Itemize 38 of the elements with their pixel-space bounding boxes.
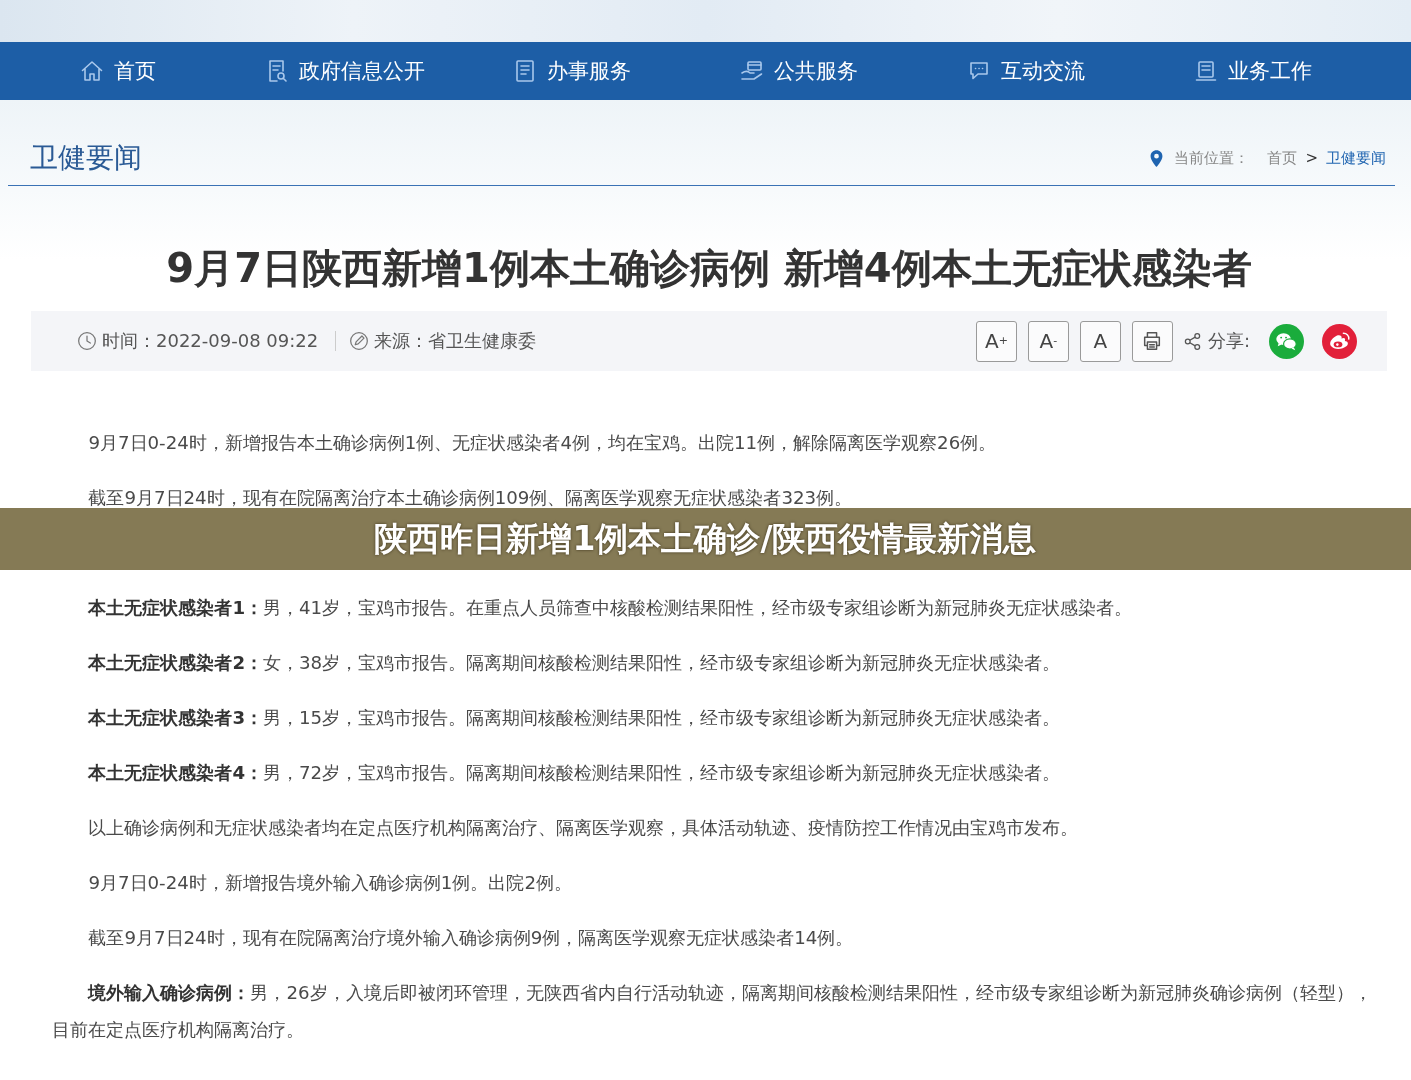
nav-item[interactable]: 政府信息公开 (260, 51, 429, 91)
nav-item[interactable]: 首页 (75, 51, 160, 91)
pen-icon (349, 331, 370, 351)
article-paragraph: 9月7日0-24时，新增报告境外输入确诊病例1例。出院2例。 (87, 871, 573, 895)
font-size-button[interactable]: A$^{-}$ (1027, 320, 1069, 362)
source-text: 来源：省卫生健康委 (374, 329, 537, 353)
clock-icon (77, 331, 97, 351)
nav-item[interactable]: 公共服务 (735, 51, 862, 91)
font-size-button[interactable]: A$^{+}$ (975, 320, 1017, 362)
breadcrumb-link[interactable]: 首页 (1267, 148, 1298, 168)
nav-item[interactable]: 业务工作 (1189, 51, 1316, 91)
section-title: 卫健要闻 (30, 141, 142, 175)
font-size-button[interactable]: A (1079, 320, 1121, 362)
share-label: 分享: (1207, 329, 1250, 353)
article-paragraph: 本土无症状感染者3：男，15岁，宝鸡市报告。隔离期间核酸检测结果阳性，经市级专家组诊断为新冠肺炎无症状感染者。 (87, 706, 1062, 730)
publish-time: 时间：2022-09-08 09:22 (102, 329, 319, 353)
print-button[interactable] (1131, 320, 1173, 362)
nav-item[interactable]: 互动交流 (962, 51, 1089, 91)
home-icon (79, 59, 104, 83)
nav-item[interactable]: 办事服务 (508, 51, 635, 91)
article-paragraph: 境外输入确诊病例：男，26岁，入境后即被闭环管理，无陕西省内自行活动轨迹，隔离期间核酸检测结果阳性，经市级专家组诊断为新冠肺炎确诊病例（轻型），目前在定点医疗机构隔离治疗。 (52, 981, 1373, 1042)
article-paragraph: 本土无症状感染者4：男，72岁，宝鸡市报告。隔离期间核酸检测结果阳性，经市级专家组诊断为新冠肺炎无症状感染者。 (87, 761, 1062, 785)
article-paragraph: 截至9月7日24时，现有在院隔离治疗境外输入确诊病例9例，隔离医学观察无症状感染者14例。 (87, 926, 855, 950)
article-paragraph: 以上确诊病例和无症状感染者均在定点医疗机构隔离治疗、隔离医学观察，具体活动轨迹、疫情防控工作情况由宝鸡市发布。 (87, 816, 1080, 840)
breadcrumb-label: 当前位置： (1174, 148, 1250, 168)
book-icon (1193, 59, 1218, 83)
breadcrumb-link[interactable]: 卫健要闻 (1326, 148, 1386, 168)
caption-overlay: 陕西昨日新增1例本土确诊/陕西役情最新消息 (0, 508, 1411, 570)
article-paragraph: 本土无症状感染者1：男，41岁，宝鸡市报告。在重点人员筛查中核酸检测结果阳性，经市级专家组诊断为新冠肺炎无症状感染者。 (87, 596, 1134, 620)
article-paragraph: 截至9月7日24时，现有在院隔离治疗本土确诊病例109例、隔离医学观察无症状感染者323例。 (87, 486, 854, 510)
article-title: 9月7日陕西新增1例本土确诊病例 新增4例本土无症状感染者 (165, 246, 1253, 290)
article-paragraph: 本土无症状感染者2：女，38岁，宝鸡市报告。隔离期间核酸检测结果阳性，经市级专家组诊断为新冠肺炎无症状感染者。 (87, 651, 1062, 675)
chat-bubbles-icon[interactable] (1269, 323, 1304, 359)
article-paragraph: 9月7日0-24时，新增报告本土确诊病例1例、无症状感染者4例，均在宝鸡。出院11例，解除隔离医学观察26例。 (87, 431, 998, 455)
hand-card-icon (739, 59, 764, 83)
swirl-logo-icon[interactable] (1322, 323, 1357, 359)
breadcrumb-separator: > (1305, 149, 1318, 167)
share-icon[interactable] (1182, 331, 1202, 351)
